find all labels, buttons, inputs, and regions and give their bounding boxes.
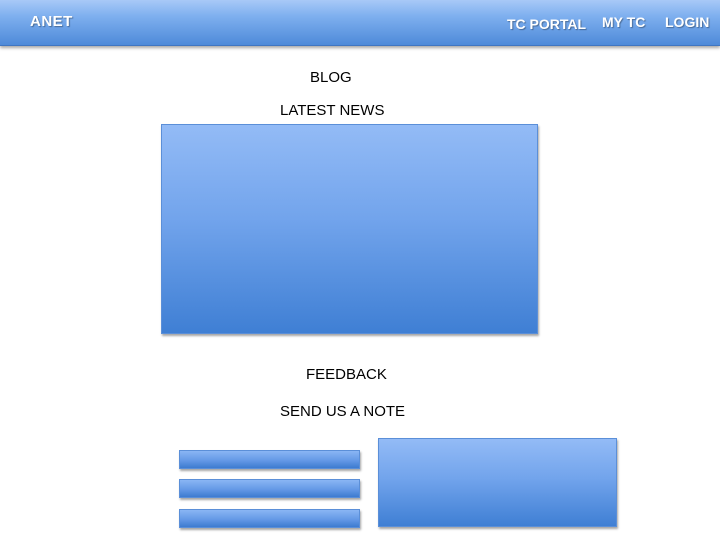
nav-tc-portal-link[interactable]: TC PORTAL bbox=[507, 16, 586, 32]
feedback-heading: FEEDBACK bbox=[306, 366, 387, 383]
send-note-heading: SEND US A NOTE bbox=[280, 403, 406, 420]
latest-news-panel[interactable] bbox=[161, 124, 538, 334]
blog-heading: BLOG bbox=[310, 69, 352, 86]
note-textarea[interactable] bbox=[378, 438, 617, 527]
nav-my-tc-link[interactable]: MY TC bbox=[602, 14, 645, 30]
nav-login-link[interactable]: LOGIN bbox=[665, 14, 709, 30]
brand-logo[interactable]: ANET bbox=[30, 13, 73, 30]
feedback-input-3[interactable] bbox=[179, 509, 360, 528]
latest-news-heading: LATEST NEWS bbox=[280, 102, 385, 119]
feedback-input-1[interactable] bbox=[179, 450, 360, 469]
top-navigation-bar: ANET TC PORTAL MY TC LOGIN bbox=[0, 0, 720, 46]
feedback-input-2[interactable] bbox=[179, 479, 360, 498]
